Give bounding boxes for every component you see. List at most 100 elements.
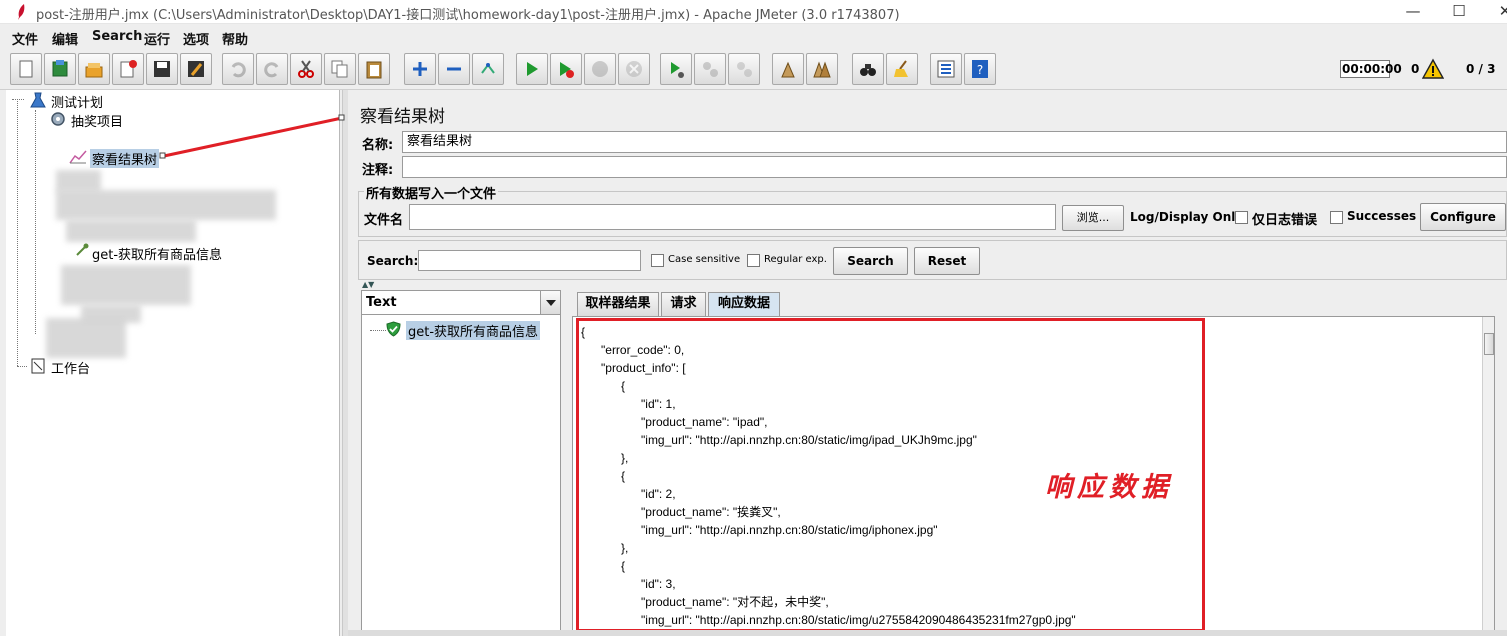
clear-all-button[interactable]: [806, 53, 838, 85]
redacted-area: [61, 265, 191, 305]
paste-button[interactable]: [358, 53, 390, 85]
vertical-scrollbar[interactable]: [1482, 317, 1494, 635]
elapsed-timer: 00:00:00: [1340, 60, 1402, 78]
save-as-button[interactable]: [180, 53, 212, 85]
remote-stop-icon: [703, 62, 718, 77]
toggle-button[interactable]: [472, 53, 504, 85]
close-window-button[interactable]: ✕: [1482, 0, 1507, 24]
comment-field[interactable]: [402, 156, 1507, 178]
horizontal-scrollbar[interactable]: [348, 630, 1507, 636]
tab-response-data[interactable]: 响应数据: [708, 292, 780, 316]
name-label: 名称:: [362, 138, 394, 153]
tree-connector: [12, 99, 24, 100]
toggle-icon: [481, 63, 495, 74]
menu-options[interactable]: 选项: [183, 29, 209, 48]
chevron-down-icon[interactable]: [540, 291, 560, 314]
help-icon: ?: [972, 60, 988, 78]
templates-button[interactable]: [44, 53, 76, 85]
open-button[interactable]: [78, 53, 110, 85]
tab-request[interactable]: 请求: [661, 292, 706, 316]
renderer-select[interactable]: Text: [362, 291, 560, 315]
start-button[interactable]: [516, 53, 548, 85]
search-results-button[interactable]: Search: [833, 247, 908, 275]
name-field[interactable]: 察看结果树: [402, 131, 1507, 153]
split-arrows-icon[interactable]: ▲▼: [362, 280, 374, 289]
search-button[interactable]: [852, 53, 884, 85]
search-input[interactable]: [418, 250, 641, 271]
cut-button[interactable]: [290, 53, 322, 85]
close-icon: [120, 60, 137, 78]
test-plan-icon: [30, 92, 46, 108]
open-icon: [85, 63, 103, 78]
help-button[interactable]: ?: [964, 53, 996, 85]
broom-icon: [894, 60, 908, 77]
redacted-area: [66, 220, 196, 242]
redacted-area: [46, 318, 126, 358]
expand-all-button[interactable]: [404, 53, 436, 85]
tree-node-thread-group[interactable]: 抽奖项目: [71, 111, 123, 130]
tree-node-test-plan[interactable]: 测试计划: [51, 92, 103, 111]
errors-only-checkbox[interactable]: [1235, 211, 1248, 224]
browse-button[interactable]: 浏览...: [1062, 205, 1124, 231]
binoculars-icon: [860, 64, 876, 76]
warning-count: 0: [1411, 62, 1420, 76]
menu-file[interactable]: 文件: [12, 29, 38, 48]
cut-icon: [298, 60, 314, 78]
collapse-all-button[interactable]: [438, 53, 470, 85]
reset-search-button[interactable]: [886, 53, 918, 85]
start-no-pauses-button[interactable]: [550, 53, 582, 85]
remote-start-button[interactable]: [660, 53, 692, 85]
toolbar: ?: [0, 48, 1507, 90]
save-as-icon: [188, 61, 204, 77]
reset-button[interactable]: Reset: [914, 247, 980, 275]
function-helper-button[interactable]: [930, 53, 962, 85]
filename-field[interactable]: [409, 204, 1056, 230]
filename-label: 文件名: [364, 213, 404, 228]
tree-node-workbench[interactable]: 工作台: [51, 358, 90, 377]
scrollbar-thumb[interactable]: [1484, 333, 1494, 355]
case-sensitive-checkbox[interactable]: [651, 254, 664, 267]
test-plan-tree: 测试计划 抽奖项目 察看结果树 get-获取所有商品信息 工作台: [6, 90, 340, 636]
menu-run[interactable]: 运行: [144, 29, 170, 48]
tree-node-sampler[interactable]: get-获取所有商品信息: [92, 244, 222, 263]
maximize-button[interactable]: ☐: [1436, 0, 1482, 24]
tree-connector: [35, 110, 36, 334]
collapse-icon: [447, 67, 461, 71]
clear-icon: [781, 61, 795, 78]
clear-button[interactable]: [772, 53, 804, 85]
result-item[interactable]: get-获取所有商品信息: [406, 321, 541, 340]
new-button[interactable]: [10, 53, 42, 85]
undo-button[interactable]: [222, 53, 254, 85]
sampler-pipette-icon: [76, 243, 89, 256]
shutdown-icon: [626, 61, 642, 77]
regular-exp-checkbox[interactable]: [747, 254, 760, 267]
templates-icon: [52, 60, 68, 77]
view-results-tree-panel: 察看结果树 名称: 察看结果树 注释: 所有数据写入一个文件 文件名 浏览...…: [348, 90, 1507, 636]
tree-node-view-results-tree[interactable]: 察看结果树: [90, 149, 160, 168]
redacted-area: [56, 170, 101, 192]
successes-checkbox[interactable]: [1330, 211, 1343, 224]
minimize-button[interactable]: —: [1390, 0, 1436, 24]
menu-search[interactable]: Search: [92, 29, 142, 44]
log-display-label: Log/Display Only:: [1130, 210, 1248, 224]
remote-stop-button[interactable]: [694, 53, 726, 85]
warning-icon[interactable]: [1422, 58, 1444, 80]
menu-edit[interactable]: 编辑: [52, 29, 78, 48]
copy-icon: [331, 60, 348, 78]
close-file-button[interactable]: [112, 53, 144, 85]
configure-button[interactable]: Configure: [1420, 203, 1506, 231]
menu-bar: 文件 编辑 Search 运行 选项 帮助: [0, 24, 1507, 48]
tree-connector: [17, 99, 18, 366]
menu-help[interactable]: 帮助: [222, 29, 248, 48]
copy-button[interactable]: [324, 53, 356, 85]
remote-shutdown-icon: [737, 62, 752, 77]
remote-start-icon: [671, 62, 684, 78]
tab-sampler-result[interactable]: 取样器结果: [577, 292, 659, 316]
remote-shutdown-button[interactable]: [728, 53, 760, 85]
stop-button[interactable]: [584, 53, 616, 85]
redo-button[interactable]: [256, 53, 288, 85]
shutdown-button[interactable]: [618, 53, 650, 85]
success-shield-icon: [386, 321, 401, 337]
save-button[interactable]: [146, 53, 178, 85]
chart-icon: [69, 150, 87, 164]
